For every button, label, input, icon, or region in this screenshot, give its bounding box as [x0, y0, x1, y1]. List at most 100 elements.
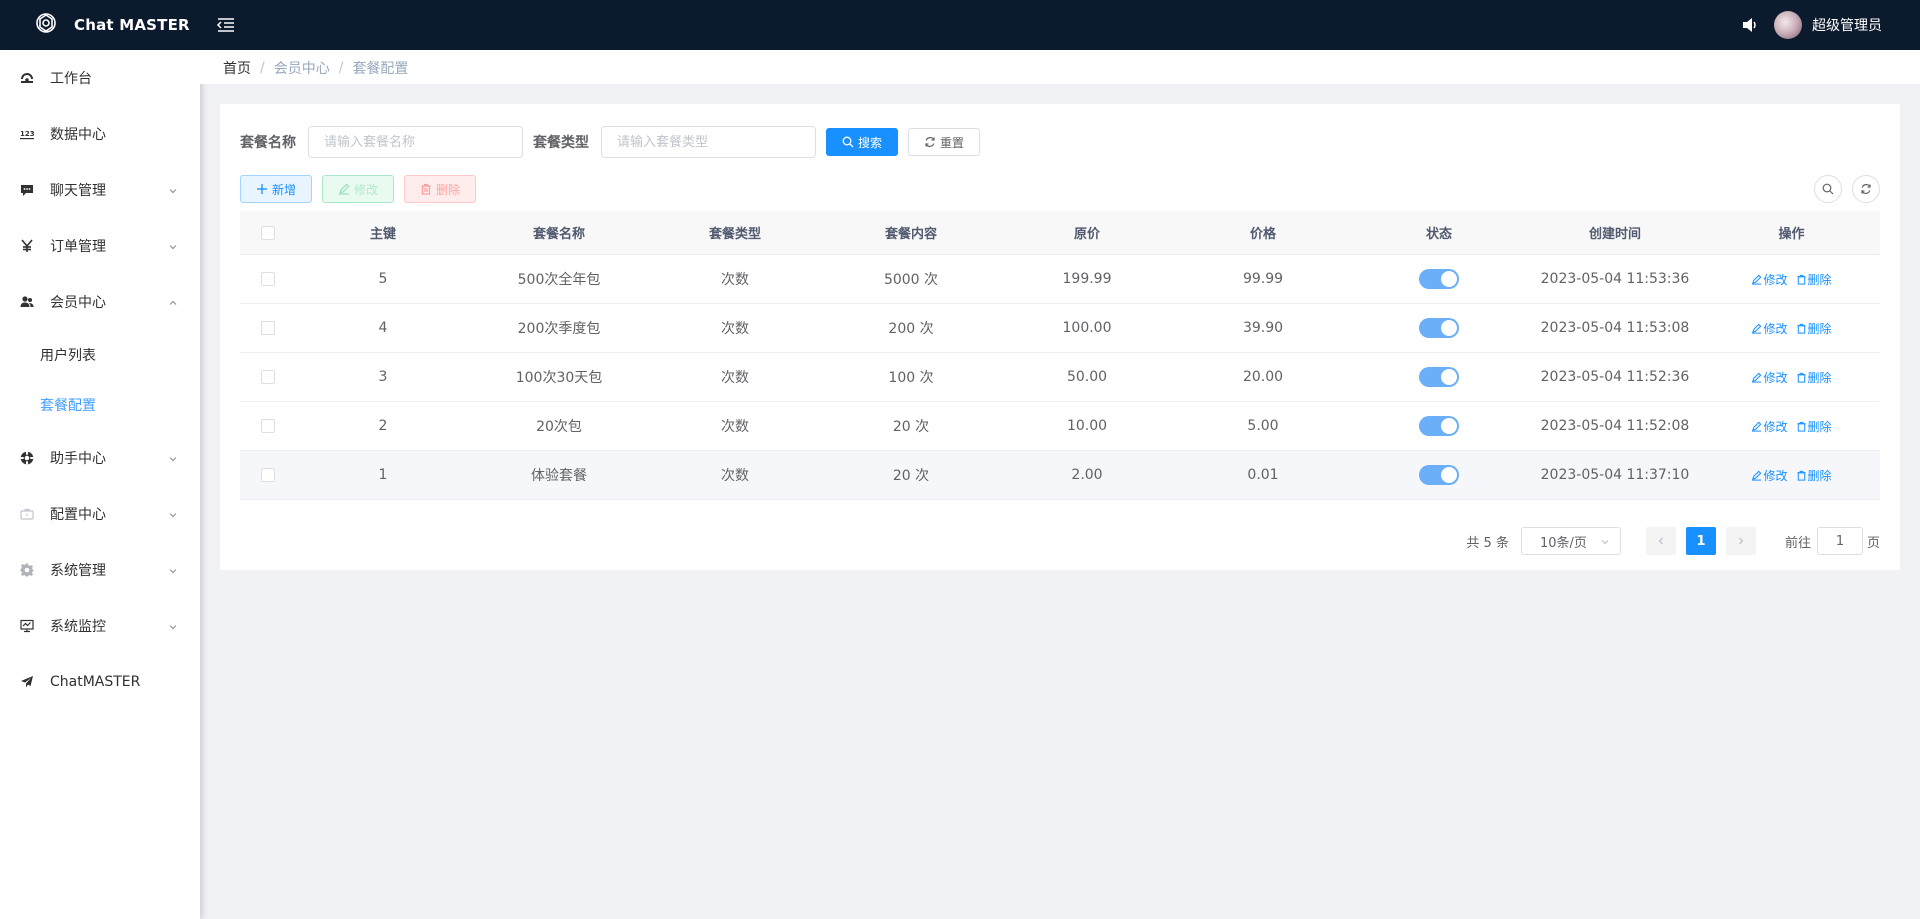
row-checkbox[interactable]	[260, 419, 275, 433]
row-delete-link[interactable]: 删除	[1796, 271, 1832, 288]
row-edit-label: 修改	[1763, 272, 1788, 287]
status-switch[interactable]	[1419, 416, 1459, 436]
row-checkbox[interactable]	[260, 321, 275, 335]
package-type-input[interactable]	[601, 126, 816, 158]
sidebar-item-data-center[interactable]: 123 数据中心	[0, 106, 200, 162]
row-delete-label: 删除	[1807, 321, 1832, 336]
cell-type: 次数	[721, 370, 749, 386]
column-header: 套餐内容	[884, 227, 937, 242]
sidebar-item-member-center[interactable]: 会员中心	[0, 274, 200, 330]
sidebar-item-chat[interactable]: 聊天管理	[0, 162, 200, 218]
row-edit-link[interactable]: 修改	[1751, 271, 1788, 288]
row-checkbox[interactable]	[260, 468, 275, 482]
prev-page-button[interactable]	[1645, 527, 1676, 555]
cell-content: 100 次	[888, 370, 934, 386]
edit-icon	[1752, 372, 1762, 383]
sidebar-item-label: 数据中心	[50, 127, 106, 143]
table-row[interactable]: 1 体验套餐 次数 20 次 2.00 0.01 2023-05-04 11:3…	[240, 451, 1880, 500]
reset-button[interactable]: 重置	[908, 128, 980, 156]
edit-button[interactable]: 修改	[322, 175, 394, 203]
sidebar-item-assistant[interactable]: 助手中心	[0, 430, 200, 486]
delete-button[interactable]: 删除	[404, 175, 476, 203]
cell-content: 20 次	[892, 468, 930, 484]
row-delete-link[interactable]: 删除	[1796, 418, 1832, 435]
cell-price: 5.00	[1247, 418, 1279, 434]
sidebar-item-system-management[interactable]: 系统管理	[0, 542, 200, 598]
row-checkbox[interactable]	[260, 272, 275, 286]
row-edit-link[interactable]: 修改	[1751, 320, 1788, 337]
next-page-button[interactable]	[1725, 527, 1756, 555]
status-switch[interactable]	[1419, 367, 1459, 387]
avatar[interactable]	[1774, 11, 1802, 39]
column-header: 套餐类型	[708, 227, 761, 242]
table-tools	[1804, 175, 1880, 203]
table-row[interactable]: 4 200次季度包 次数 200 次 100.00 39.90 2023-05-…	[240, 304, 1880, 353]
sidebar-subitem-user-list[interactable]: 用户列表	[0, 330, 200, 380]
chevron-right-icon	[1739, 537, 1744, 545]
column-header: 操作	[1778, 227, 1805, 242]
row-select-cell	[240, 321, 295, 335]
row-delete-link[interactable]: 删除	[1796, 467, 1832, 484]
sidebar-subitem-package-config[interactable]: 套餐配置	[0, 380, 200, 430]
cell-name: 20次包	[536, 419, 582, 435]
row-edit-link[interactable]: 修改	[1751, 418, 1788, 435]
breadcrumb-home[interactable]: 首页	[223, 58, 251, 78]
row-edit-link[interactable]: 修改	[1751, 369, 1788, 386]
select-all-checkbox[interactable]	[260, 225, 275, 240]
edit-button-label: 修改	[353, 182, 378, 197]
sidebar-item-label: 聊天管理	[50, 183, 106, 199]
page-size-select[interactable]: 10条/页	[1520, 527, 1621, 555]
main-card: 套餐名称 套餐类型 搜索 重置 新增 修改 删除	[220, 104, 1900, 570]
status-switch[interactable]	[1419, 318, 1459, 338]
chevron-down-icon	[168, 564, 178, 574]
breadcrumb-bar	[200, 50, 1920, 84]
column-header: 创建时间	[1588, 227, 1641, 242]
table-row[interactable]: 3 100次30天包 次数 100 次 50.00 20.00 2023-05-…	[240, 353, 1880, 402]
row-edit-label: 修改	[1763, 468, 1788, 483]
speaker-icon[interactable]	[1740, 15, 1760, 35]
page-number-current[interactable]: 1	[1685, 527, 1716, 555]
package-name-input[interactable]	[308, 126, 523, 158]
goto-suffix: 页	[1866, 535, 1880, 551]
cell-type: 次数	[721, 272, 749, 288]
svg-text:123: 123	[20, 130, 34, 138]
table-row[interactable]: 5 500次全年包 次数 5000 次 199.99 99.99 2023-05…	[240, 255, 1880, 304]
row-delete-label: 删除	[1807, 272, 1832, 287]
hamburger-menu-icon[interactable]	[216, 15, 236, 35]
row-checkbox[interactable]	[260, 370, 275, 384]
table-row[interactable]: 2 20次包 次数 20 次 10.00 5.00 2023-05-04 11:…	[240, 402, 1880, 451]
add-button[interactable]: 新增	[240, 175, 312, 203]
cell-original-price: 2.00	[1071, 467, 1103, 483]
refresh-icon	[925, 136, 935, 148]
column-header: 套餐名称	[532, 227, 585, 242]
refresh-table-button[interactable]	[1852, 175, 1880, 203]
sidebar-item-config-center[interactable]: 配置中心	[0, 486, 200, 542]
username[interactable]: 超级管理员	[1812, 15, 1882, 35]
goto-page-input[interactable]	[1816, 527, 1863, 555]
logo[interactable]: Chat MASTER	[0, 0, 200, 50]
sidebar-item-system-monitor[interactable]: 系统监控	[0, 598, 200, 654]
breadcrumb-member-center: 会员中心	[273, 61, 330, 77]
chevron-down-icon	[168, 620, 178, 630]
chat-icon	[20, 183, 34, 197]
row-delete-link[interactable]: 删除	[1796, 320, 1832, 337]
row-delete-link[interactable]: 删除	[1796, 369, 1832, 386]
cell-status	[1351, 269, 1527, 289]
toggle-search-button[interactable]	[1814, 175, 1842, 203]
cell-actions: 修改 删除	[1703, 320, 1880, 337]
dashboard-icon	[20, 71, 34, 85]
status-switch[interactable]	[1419, 269, 1459, 289]
sidebar-item-workbench[interactable]: 工作台	[0, 50, 200, 106]
row-edit-link[interactable]: 修改	[1751, 467, 1788, 484]
status-switch[interactable]	[1419, 465, 1459, 485]
delete-button-label: 删除	[435, 182, 460, 197]
cell-created-time: 2023-05-04 11:52:08	[1540, 418, 1690, 434]
sidebar-item-orders[interactable]: 订单管理	[0, 218, 200, 274]
search-button[interactable]: 搜索	[826, 128, 898, 156]
sidebar-item-chatmaster[interactable]: ChatMASTER	[0, 654, 200, 710]
trash-icon	[1796, 372, 1806, 383]
trash-icon	[421, 183, 431, 195]
yen-icon	[20, 239, 34, 253]
column-header: 原价	[1073, 227, 1100, 242]
column-header: 状态	[1425, 227, 1452, 242]
